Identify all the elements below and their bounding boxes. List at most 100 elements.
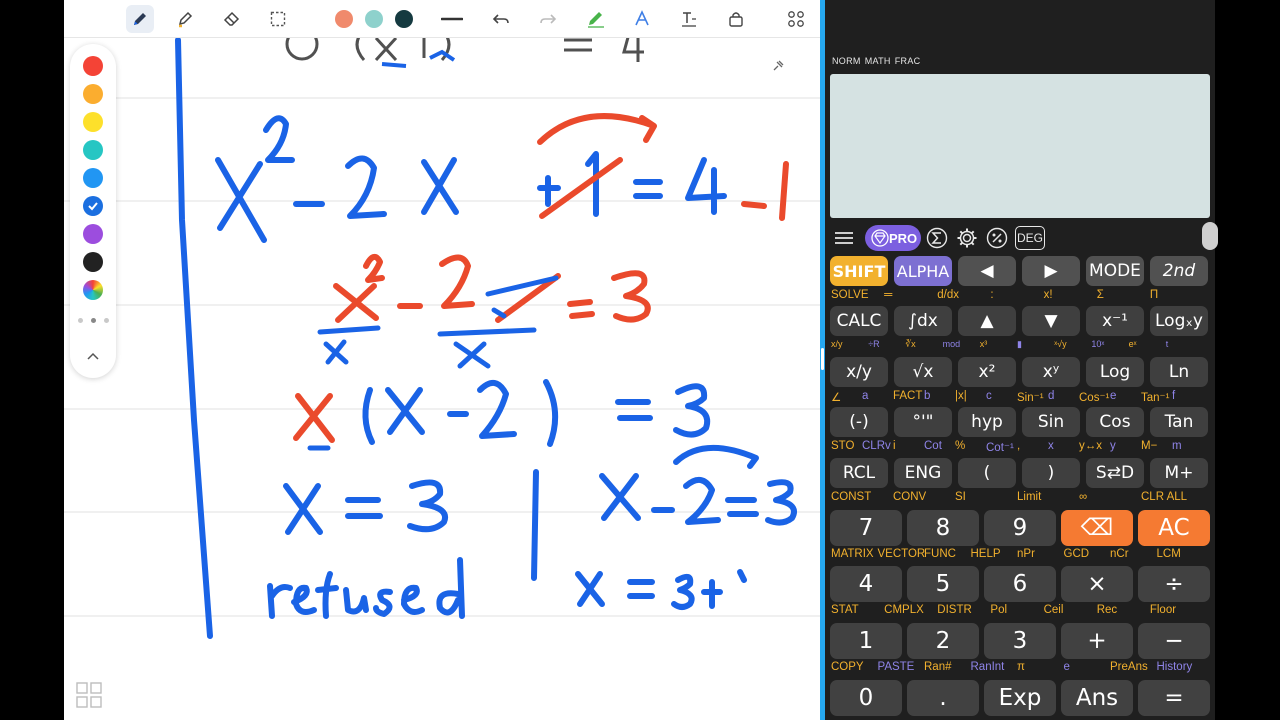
- more-tools-button[interactable]: [782, 5, 810, 33]
- divide-key[interactable]: ÷: [1138, 566, 1210, 602]
- cos-key[interactable]: Cos: [1086, 407, 1144, 437]
- negative-key[interactable]: (-): [830, 407, 888, 437]
- seven-key-label: 7: [858, 515, 874, 541]
- eng-key[interactable]: ENG: [894, 458, 952, 488]
- del-key[interactable]: ⌫: [1061, 510, 1133, 546]
- secondary-label: d/dx: [937, 289, 960, 301]
- highlighter-tool-button[interactable]: [171, 5, 199, 33]
- seven-key[interactable]: 7: [830, 510, 902, 546]
- multiply-key[interactable]: ×: [1061, 566, 1133, 602]
- left-key[interactable]: ◀: [958, 256, 1016, 286]
- shape-pen-button[interactable]: [582, 5, 610, 33]
- pen-color-dark[interactable]: [395, 10, 413, 28]
- calculator-display[interactable]: [830, 74, 1218, 250]
- shift-key[interactable]: SHIFT: [830, 256, 888, 286]
- pen-color-coral[interactable]: [335, 10, 353, 28]
- rcl-key[interactable]: RCL: [830, 458, 888, 488]
- ac-key[interactable]: AC: [1138, 510, 1210, 546]
- sqrt-key[interactable]: √x: [894, 357, 952, 387]
- one-key[interactable]: 1: [830, 623, 902, 659]
- sin-key[interactable]: Sin: [1022, 407, 1080, 437]
- down-key[interactable]: ▼: [1022, 306, 1080, 336]
- integral-key-label: ∫dx: [908, 311, 938, 331]
- dot-key-label: .: [939, 685, 947, 711]
- five-key[interactable]: 5: [907, 566, 979, 602]
- color-purple-swatch[interactable]: [83, 224, 103, 244]
- up-key[interactable]: ▲: [958, 306, 1016, 336]
- collapse-palette-button[interactable]: [81, 344, 105, 368]
- text-box-icon: [682, 12, 696, 27]
- secondary-label: MATRIX: [831, 548, 874, 560]
- equals-key[interactable]: =: [1138, 680, 1210, 716]
- lock-button[interactable]: [722, 5, 750, 33]
- two-key[interactable]: 2: [907, 623, 979, 659]
- ln-key[interactable]: Ln: [1150, 357, 1208, 387]
- gear-icon: [957, 228, 977, 248]
- undo-button[interactable]: [487, 5, 515, 33]
- color-teal-swatch[interactable]: [83, 140, 103, 160]
- custom-color-picker[interactable]: [83, 280, 103, 300]
- secondary-label: i: [893, 440, 896, 452]
- color-red-swatch[interactable]: [83, 56, 103, 76]
- open-paren-key[interactable]: (: [958, 458, 1016, 488]
- fraction-key[interactable]: x/y: [830, 357, 888, 387]
- minus-key[interactable]: −: [1138, 623, 1210, 659]
- dot-key[interactable]: .: [907, 680, 979, 716]
- plus-key[interactable]: +: [1061, 623, 1133, 659]
- color-blue-swatch-selected[interactable]: [83, 196, 103, 216]
- color-orange-swatch[interactable]: [83, 84, 103, 104]
- three-key[interactable]: 3: [984, 623, 1056, 659]
- exp-key[interactable]: Exp: [984, 680, 1056, 716]
- hyp-key[interactable]: hyp: [958, 407, 1016, 437]
- notebook-page[interactable]: [64, 38, 820, 720]
- summation-mode-button[interactable]: [925, 226, 949, 250]
- split-screen-handle[interactable]: [821, 348, 824, 370]
- nine-key[interactable]: 9: [984, 510, 1056, 546]
- lasso-tool-button[interactable]: [264, 5, 292, 33]
- six-key[interactable]: 6: [984, 566, 1056, 602]
- secondary-label: nCr: [1110, 548, 1129, 560]
- square-key[interactable]: x²: [958, 357, 1016, 387]
- pin-toolbar-button[interactable]: [766, 54, 790, 78]
- m-plus-key[interactable]: M+: [1150, 458, 1208, 488]
- log-key[interactable]: Log: [1086, 357, 1144, 387]
- s-to-d-key[interactable]: S⇄D: [1086, 458, 1144, 488]
- mode-key[interactable]: MODE: [1086, 256, 1144, 286]
- handwriting-to-text-button[interactable]: [628, 5, 656, 33]
- zero-key[interactable]: 0: [830, 680, 902, 716]
- dms-key[interactable]: °'": [894, 407, 952, 437]
- eraser-tool-button[interactable]: [218, 5, 246, 33]
- calc-key-label: CALC: [836, 311, 882, 331]
- angle-unit-button[interactable]: DEG: [1015, 226, 1045, 250]
- pen-color-teal[interactable]: [365, 10, 383, 28]
- color-yellow-swatch[interactable]: [83, 112, 103, 132]
- alpha-key[interactable]: ALPHA: [894, 256, 952, 286]
- ans-key[interactable]: Ans: [1061, 680, 1133, 716]
- redo-button[interactable]: [534, 5, 562, 33]
- stroke-width-button[interactable]: [438, 5, 466, 33]
- percent-mode-button[interactable]: [985, 226, 1009, 250]
- close-paren-key[interactable]: ): [1022, 458, 1080, 488]
- secondary-label: a: [862, 390, 869, 402]
- tan-key[interactable]: Tan: [1150, 407, 1208, 437]
- pen-tool-button[interactable]: [126, 5, 154, 33]
- four-key[interactable]: 4: [830, 566, 902, 602]
- power-key[interactable]: xʸ: [1022, 357, 1080, 387]
- reciprocal-key[interactable]: x⁻¹: [1086, 306, 1144, 336]
- grid-pages-icon: [76, 682, 102, 708]
- pro-upgrade-button[interactable]: PRO: [865, 225, 921, 251]
- page-overview-button[interactable]: [72, 678, 106, 712]
- text-box-button[interactable]: [675, 5, 703, 33]
- logxy-key[interactable]: Logₓy: [1150, 306, 1208, 336]
- second-key[interactable]: 2nd: [1150, 256, 1208, 286]
- settings-button[interactable]: [955, 226, 979, 250]
- color-light-blue-swatch[interactable]: [83, 168, 103, 188]
- calc-key[interactable]: CALC: [830, 306, 888, 336]
- secondary-label: CONST: [831, 491, 872, 503]
- color-black-swatch[interactable]: [83, 252, 103, 272]
- right-key[interactable]: ▶: [1022, 256, 1080, 286]
- menu-button[interactable]: [831, 226, 857, 250]
- integral-key[interactable]: ∫dx: [894, 306, 952, 336]
- two-key-label: 2: [935, 628, 951, 654]
- eight-key[interactable]: 8: [907, 510, 979, 546]
